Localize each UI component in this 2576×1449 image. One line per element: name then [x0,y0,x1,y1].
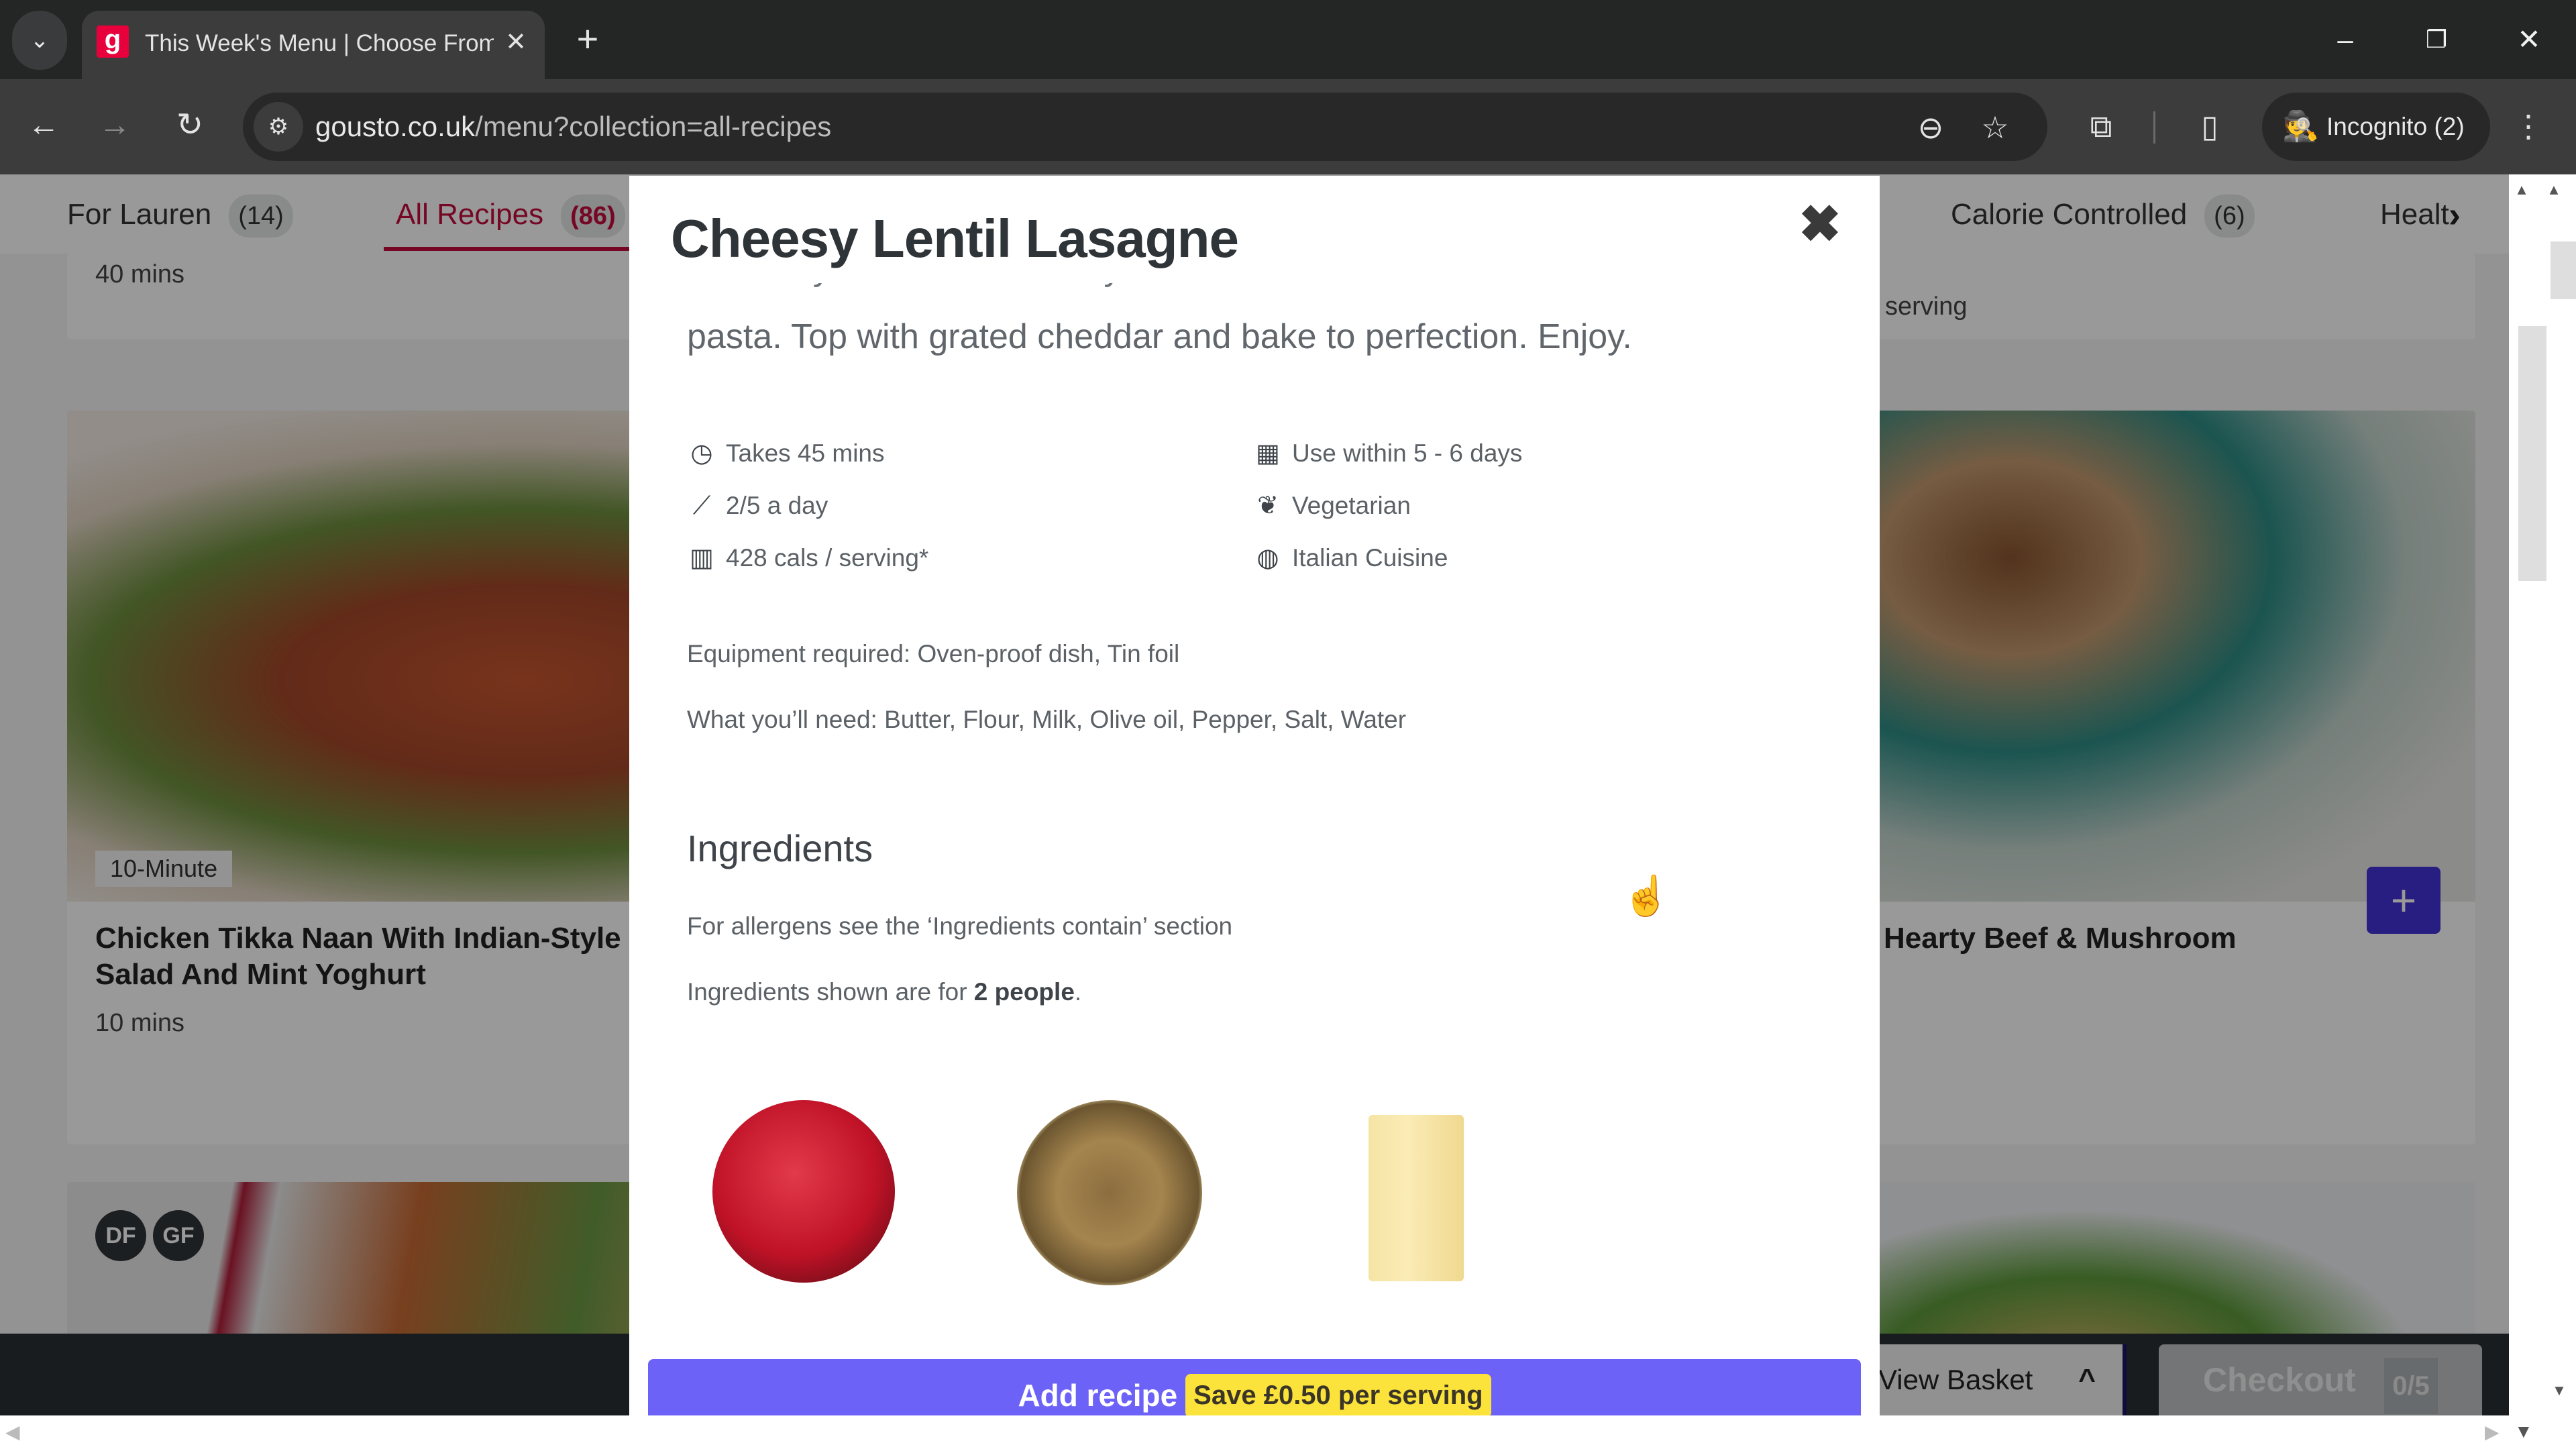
recipe-description: pasta. Top with grated cheddar and bake … [687,317,1632,356]
chevron-down-icon: ⌄ [30,28,50,53]
horizontal-scrollbar[interactable]: ◀ ▶ ▼ [0,1415,2576,1449]
servings-suffix: . [1074,978,1082,1006]
toolbar-divider [2153,111,2155,144]
bar-chart-icon: ▥ [690,544,714,572]
ingredients-heading: Ingredients [687,827,873,869]
servings-prefix: Ingredients shown are for [687,978,974,1006]
url-text[interactable]: gousto.co.uk/menu?collection=all-recipes [315,109,831,145]
what-you-need: What you’ll need: Butter, Flour, Milk, O… [687,706,1407,733]
minimize-icon[interactable]: – [2318,16,2372,63]
info-calories: ▥ 428 cals / serving* [687,541,928,576]
browser-tab[interactable]: g This Week's Menu | Choose From ✕ [82,11,545,79]
allergens-note: For allergens see the ‘Ingredients conta… [687,912,1233,940]
zoom-icon[interactable]: ⊖ [1909,106,1952,149]
info-text: 428 cals / serving* [726,544,929,572]
scroll-down-arrow-icon[interactable]: ▼ [2549,1382,2569,1399]
servings-value: 2 people [973,978,1075,1006]
scroll-right-arrow-icon[interactable]: ▶ [2485,1421,2500,1443]
hand-cursor-icon: ☝ [1622,874,1671,918]
recipe-title: Cheesy Lentil Lasagne [671,209,1239,268]
new-tab-button[interactable]: + [568,20,608,60]
info-text: Takes 45 mins [726,439,885,467]
close-modal-icon[interactable]: ✖ [1796,193,1843,256]
scrollbar-thumb[interactable] [2551,241,2576,299]
ingredient-image-lasagne-sheets[interactable] [1368,1115,1464,1281]
carrot-icon: ⟋ [692,492,711,520]
ingredient-image-lentils[interactable] [1017,1100,1202,1285]
ingredient-image-tomato-sauce[interactable] [712,1100,895,1283]
scroll-up-arrow-icon[interactable]: ▲ [2544,181,2564,199]
promo-badge: Save £0.50 per serving [1185,1373,1491,1415]
side-panel-icon[interactable]: ▯ [2188,105,2231,148]
info-cuisine: ◍ Italian Cuisine [1253,541,1448,576]
globe-icon: ◍ [1256,544,1279,572]
scroll-down-arrow-icon[interactable]: ▼ [2514,1421,2533,1442]
forward-icon[interactable]: → [90,101,140,150]
calendar-icon: ▦ [1256,439,1280,468]
incognito-label: Incognito (2) [2326,113,2465,140]
reload-icon[interactable]: ↻ [165,101,215,150]
scrollbar-thumb[interactable] [2518,326,2546,581]
info-cook-time: ◷ Takes 45 mins [687,436,885,471]
equipment-required: Equipment required: Oven-proof dish, Tin… [687,640,1180,667]
url-path: /menu?collection=all-recipes [475,111,832,142]
address-bar[interactable]: ⚙ gousto.co.uk/menu?collection=all-recip… [243,93,2047,161]
close-window-icon[interactable]: ✕ [2502,16,2556,63]
info-diet: ❦ Vegetarian [1253,488,1411,523]
bookmark-star-icon[interactable]: ☆ [1974,106,2017,149]
info-use-within: ▦ Use within 5 - 6 days [1253,436,1522,471]
tab-title: This Week's Menu | Choose From [145,30,494,56]
back-icon[interactable]: ← [19,101,68,150]
vertical-scrollbar[interactable]: ▲ ▲ ▼ [2509,174,2576,1415]
info-text: 2/5 a day [726,492,828,519]
tab-search-button[interactable]: ⌄ [12,11,67,70]
clock-icon: ◷ [690,439,713,468]
browser-tab-strip: ⌄ g This Week's Menu | Choose From ✕ + –… [0,0,2576,79]
leaf-icon: ❦ [1257,492,1279,520]
servings-note: Ingredients shown are for 2 people. [687,978,1081,1006]
restore-icon[interactable]: ❐ [2410,16,2463,63]
info-text: Use within 5 - 6 days [1292,439,1523,467]
incognito-icon: 🕵 [2282,110,2319,143]
info-text: Vegetarian [1292,492,1411,519]
extensions-icon[interactable]: ⧉ [2080,105,2123,148]
info-five-a-day: ⟋ 2/5 a day [687,488,828,523]
info-text: Italian Cuisine [1292,544,1448,572]
incognito-indicator[interactable]: 🕵 Incognito (2) [2262,93,2490,161]
add-recipe-label: Add recipe [1018,1378,1178,1413]
close-tab-icon[interactable]: ✕ [499,25,533,59]
modal-header: Cheesy Lentil Lasagne ✖ [629,176,1880,283]
recipe-details-modal: Cheesy Lentil Lasagne ✖ tomatoey lentils… [629,176,1880,1415]
scroll-left-arrow-icon[interactable]: ◀ [5,1421,20,1443]
add-recipe-button[interactable]: Add recipe Save £0.50 per serving [648,1359,1861,1415]
browser-toolbar: ← → ↻ ⚙ gousto.co.uk/menu?collection=all… [0,79,2576,174]
browser-menu-icon[interactable]: ⋮ [2513,105,2544,148]
gousto-favicon-icon: g [97,25,129,58]
scroll-up-arrow-icon[interactable]: ▲ [2512,181,2532,199]
url-host: gousto.co.uk [315,111,476,142]
site-info-icon[interactable]: ⚙ [254,102,303,152]
